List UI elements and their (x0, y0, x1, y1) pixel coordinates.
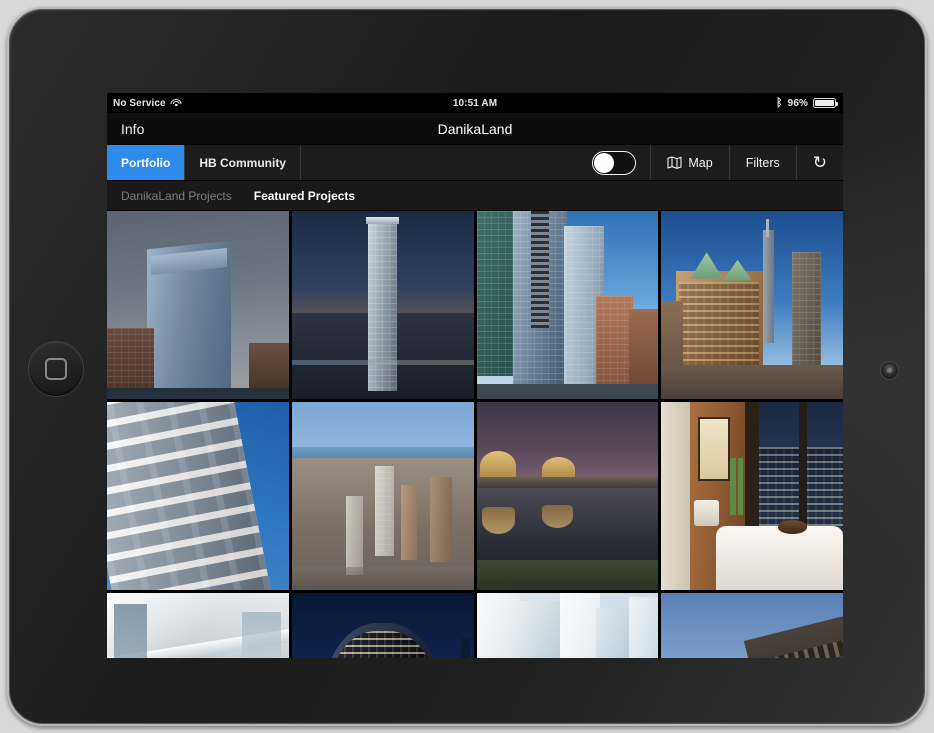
status-bar: No Service 10:51 AM ᛒ 96% (107, 93, 843, 113)
toggle-knob (594, 153, 614, 173)
battery-icon (813, 98, 836, 108)
filters-button-label: Filters (746, 156, 780, 170)
tile-green-roof-skyline[interactable] (661, 211, 843, 399)
battery-percent-label: 96% (788, 98, 808, 109)
tile-slender-tower-sunset[interactable] (292, 211, 474, 399)
map-button-label: Map (688, 156, 712, 170)
tile-glass-tower-grey-sky[interactable] (107, 211, 289, 399)
tile-lit-tower-night[interactable] (292, 593, 474, 658)
home-button[interactable] (29, 342, 83, 396)
camera-lens-dot (887, 368, 892, 373)
clock-label: 10:51 AM (107, 98, 843, 109)
refresh-icon: ↻ (813, 154, 827, 171)
front-camera-icon (881, 362, 898, 379)
subtab-bar: DanikaLand Projects Featured Projects (107, 181, 843, 211)
subtab-danikaland-projects[interactable]: DanikaLand Projects (121, 189, 232, 203)
tab-hb-community[interactable]: HB Community (185, 145, 301, 180)
tile-castiron-facade[interactable] (107, 402, 289, 590)
status-bar-right: ᛒ 96% (776, 98, 836, 109)
tab-portfolio[interactable]: Portfolio (107, 145, 185, 180)
ipad-screen: No Service 10:51 AM ᛒ 96% Info DanikaLan… (107, 93, 843, 658)
tile-aerial-city-river[interactable] (292, 402, 474, 590)
toolbar: Portfolio HB Community Map Filters (107, 145, 843, 181)
bluetooth-icon: ᛒ (776, 98, 783, 109)
refresh-button[interactable]: ↻ (797, 145, 843, 180)
tile-spa-interior-view[interactable] (661, 402, 843, 590)
tile-glass-towers-street[interactable] (477, 211, 659, 399)
tile-waterfront-domes-dusk[interactable] (477, 402, 659, 590)
project-image-grid: ⚙ HB HONEST BUILDINGS (107, 211, 843, 658)
view-toggle[interactable] (592, 151, 636, 175)
tile-pale-glass-towers[interactable] (477, 593, 659, 658)
tile-dark-canopy-structure[interactable] (661, 593, 843, 658)
view-toggle-cell (301, 145, 651, 180)
filters-button[interactable]: Filters (730, 145, 797, 180)
ipad-device: No Service 10:51 AM ᛒ 96% Info DanikaLan… (7, 7, 927, 726)
subtab-featured-projects[interactable]: Featured Projects (254, 189, 355, 203)
page-title: DanikaLand (107, 121, 843, 137)
map-button[interactable]: Map (651, 145, 729, 180)
tile-bright-interior[interactable]: ⚙ HB HONEST BUILDINGS (107, 593, 289, 658)
map-icon (667, 156, 682, 169)
home-button-square-icon (45, 358, 67, 380)
navigation-bar: Info DanikaLand (107, 113, 843, 145)
